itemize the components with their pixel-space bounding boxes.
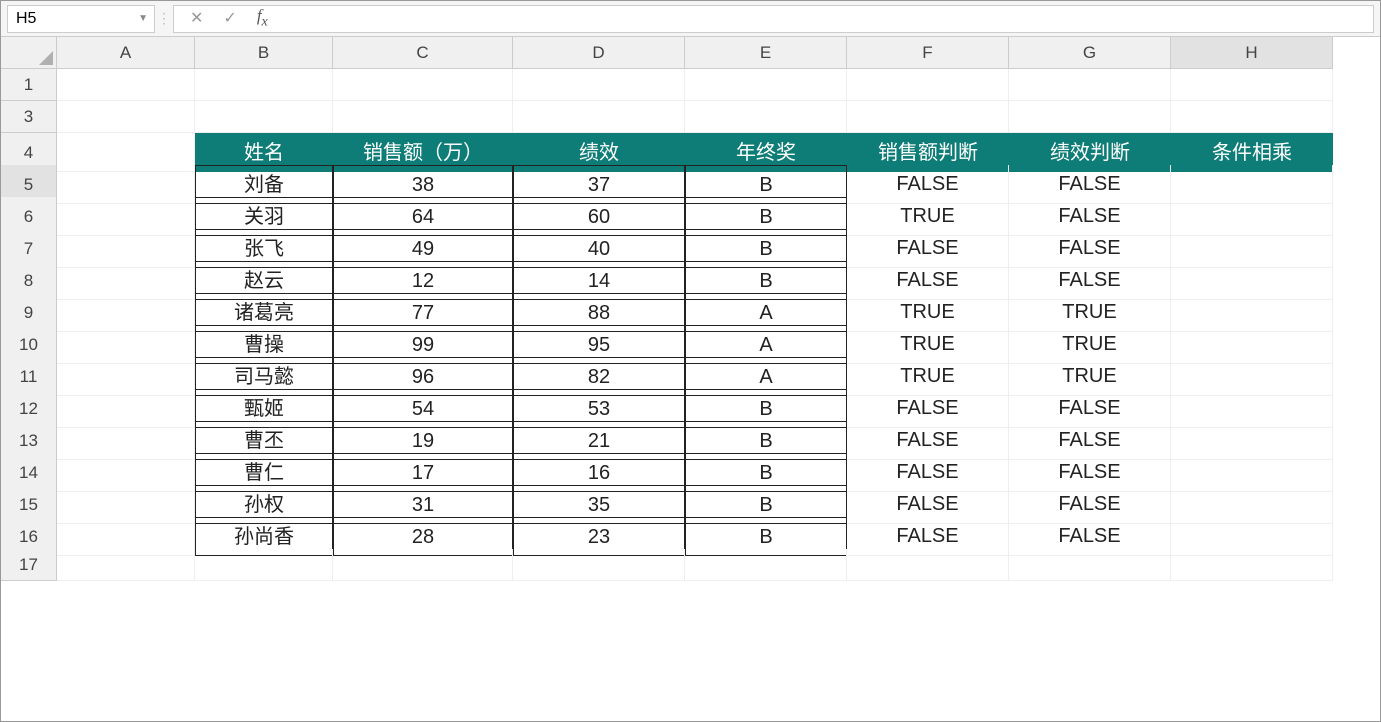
cell-D17[interactable] [513,549,685,581]
cell-G17[interactable] [1009,549,1171,581]
cell-E1[interactable] [685,69,847,101]
col-head-C[interactable]: C [333,37,513,69]
col-head-E[interactable]: E [685,37,847,69]
cell-C17[interactable] [333,549,513,581]
col-head-H[interactable]: H [1171,37,1333,69]
formula-bar: H5 ▼ ⋮ ✕ ✓ fx [1,1,1380,37]
select-all-corner[interactable] [1,37,57,69]
formula-bar-buttons: ✕ ✓ fx [174,6,284,30]
cell-G3[interactable] [1009,101,1171,133]
cell-F3[interactable] [847,101,1009,133]
col-head-F[interactable]: F [847,37,1009,69]
cell-G1[interactable] [1009,69,1171,101]
cell-D3[interactable] [513,101,685,133]
cell-E3[interactable] [685,101,847,133]
cell-F1[interactable] [847,69,1009,101]
cell-H1[interactable] [1171,69,1333,101]
col-head-B[interactable]: B [195,37,333,69]
cell-A17[interactable] [57,549,195,581]
cell-A3[interactable] [57,101,195,133]
cell-B3[interactable] [195,101,333,133]
cell-H3[interactable] [1171,101,1333,133]
cell-E17[interactable] [685,549,847,581]
cell-C3[interactable] [333,101,513,133]
cell-B17[interactable] [195,549,333,581]
confirm-icon[interactable]: ✓ [223,8,236,28]
col-head-G[interactable]: G [1009,37,1171,69]
cell-C1[interactable] [333,69,513,101]
row-head-17[interactable]: 17 [1,549,57,581]
name-box[interactable]: H5 ▼ [7,5,155,33]
row-head-1[interactable]: 1 [1,69,57,101]
col-head-D[interactable]: D [513,37,685,69]
cell-A1[interactable] [57,69,195,101]
formula-input[interactable] [284,5,1374,33]
row-head-3[interactable]: 3 [1,101,57,133]
divider: ⋮ [155,10,173,27]
spreadsheet-grid[interactable]: ABCDEFGH134姓名销售额（万）绩效年终奖销售额判断绩效判断条件相乘5刘备… [1,37,1380,581]
cell-F17[interactable] [847,549,1009,581]
cell-H17[interactable] [1171,549,1333,581]
col-head-A[interactable]: A [57,37,195,69]
cancel-icon[interactable]: ✕ [190,8,203,28]
cell-reference: H5 [16,10,36,28]
name-box-dropdown-icon[interactable]: ▼ [138,13,148,24]
cell-B1[interactable] [195,69,333,101]
fx-icon[interactable]: fx [257,6,268,30]
cell-D1[interactable] [513,69,685,101]
